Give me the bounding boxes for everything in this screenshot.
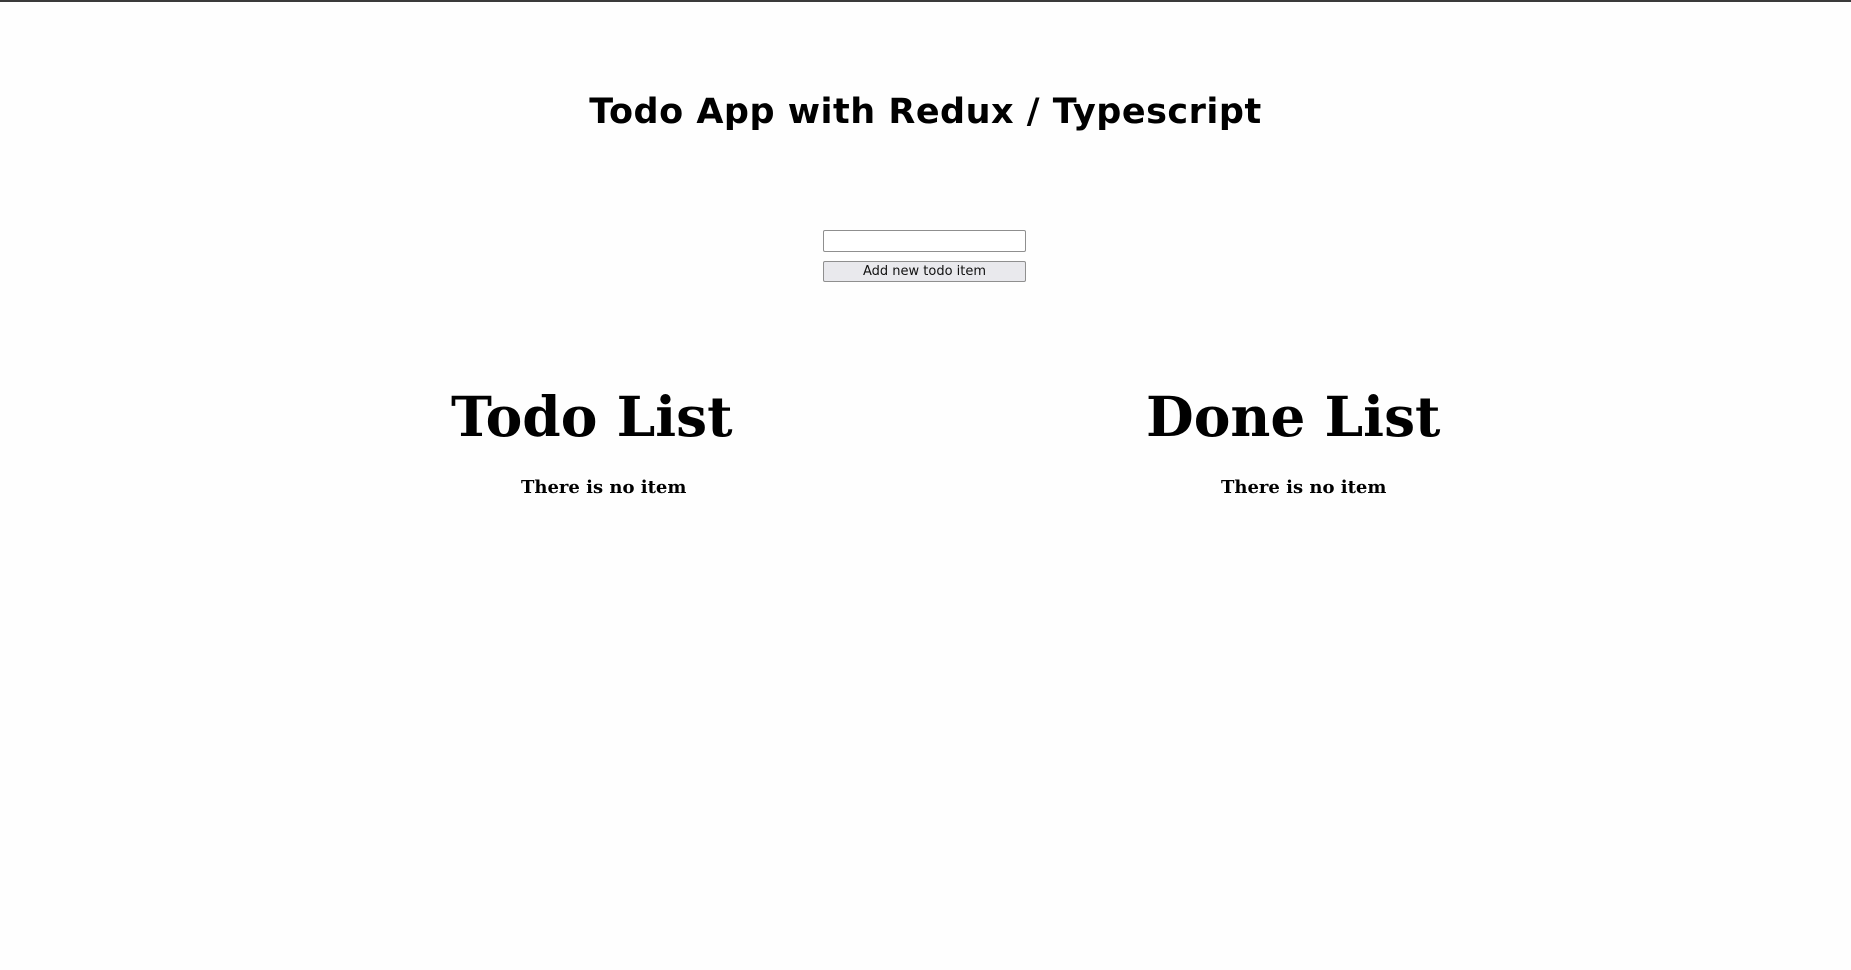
done-list-heading: Done List <box>1146 384 1441 449</box>
page-title: Todo App with Redux / Typescript <box>589 92 1262 132</box>
todo-list-heading: Todo List <box>451 384 733 449</box>
add-todo-button[interactable]: Add new todo item <box>823 261 1026 282</box>
todo-list-empty-message: There is no item <box>521 477 687 498</box>
done-list-empty-message: There is no item <box>1221 477 1387 498</box>
new-todo-input[interactable] <box>823 230 1026 252</box>
top-border <box>0 0 1851 2</box>
